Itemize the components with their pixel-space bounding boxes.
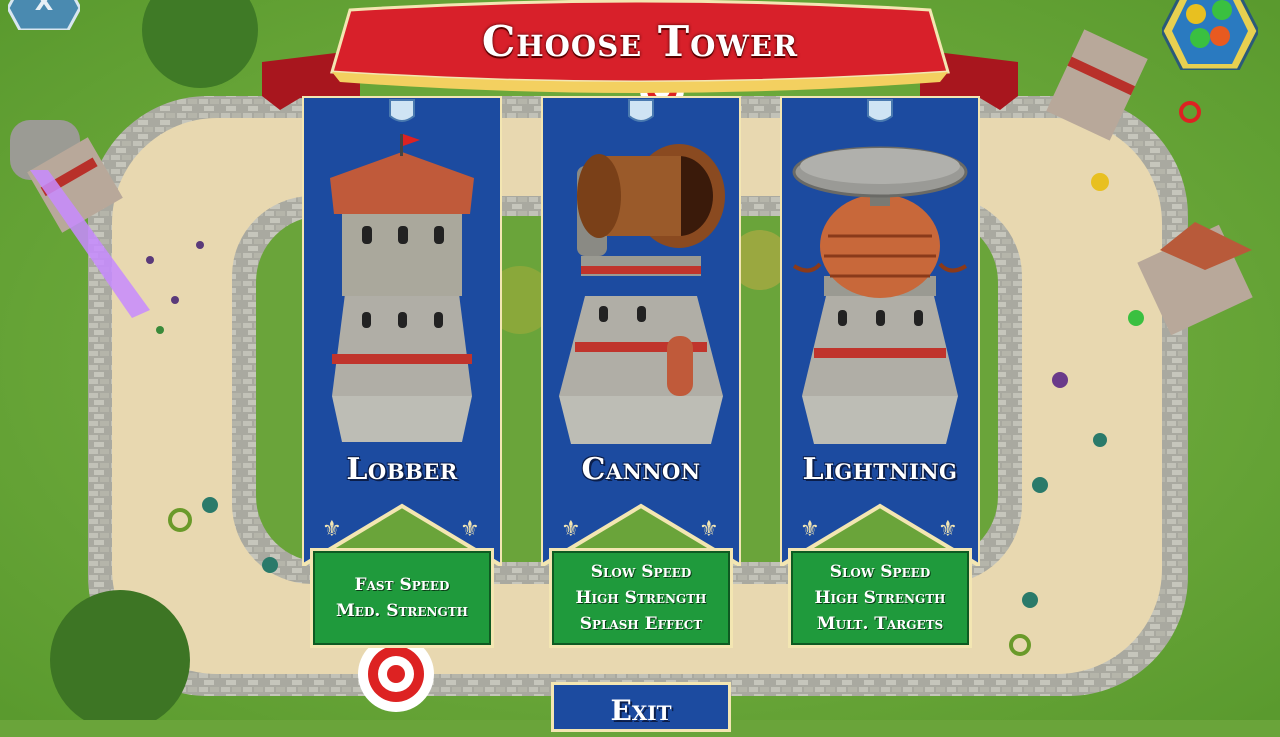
tower-stats: Slow Speed High Strength Mult. Targets <box>788 548 972 648</box>
stat-line: Slow Speed <box>829 562 931 582</box>
tower-stats: Slow Speed High Strength Splash Effect <box>549 548 733 648</box>
tower-stats: Fast Speed Med. Strength <box>310 548 494 648</box>
stat-line: Splash Effect <box>579 614 703 634</box>
fleur-de-lis-icon: ⚜ <box>460 517 480 542</box>
tower-card-cannon[interactable]: ⚜ ⚜ Cannon Slow Speed High Strength Spla… <box>541 96 741 656</box>
stat-line: High Strength <box>575 588 707 608</box>
screen-title: Choose Tower <box>481 17 799 66</box>
fleur-de-lis-icon: ⚜ <box>938 517 958 542</box>
tower-card-lobber[interactable]: ⚜ ⚜ Lobber Fast Speed Med. Strength <box>302 96 502 656</box>
fleur-de-lis-icon: ⚜ <box>699 517 719 542</box>
tower-name: Lobber <box>346 452 458 487</box>
title-ribbon: Choose Tower <box>0 0 1280 110</box>
tower-card-lightning[interactable]: ⚜ ⚜ Lightning Slow Speed High Strength M… <box>780 96 980 656</box>
fleur-de-lis-icon: ⚜ <box>322 517 342 542</box>
fleur-de-lis-icon: ⚜ <box>561 517 581 542</box>
stat-line: Med. Strength <box>335 601 469 621</box>
stat-line: Slow Speed <box>590 562 692 582</box>
stat-line: Mult. Targets <box>816 614 944 634</box>
lobber-tower-image <box>330 134 474 442</box>
stat-line: Fast Speed <box>354 575 450 595</box>
exit-button[interactable]: Exit <box>551 682 731 732</box>
tower-name: Cannon <box>581 452 701 487</box>
shield-crest-icon <box>628 99 654 122</box>
shield-crest-icon <box>867 99 893 122</box>
shield-crest-icon <box>389 99 415 122</box>
fleur-de-lis-icon: ⚜ <box>800 517 820 542</box>
tower-name: Lightning <box>802 452 958 487</box>
stat-line: High Strength <box>814 588 946 608</box>
